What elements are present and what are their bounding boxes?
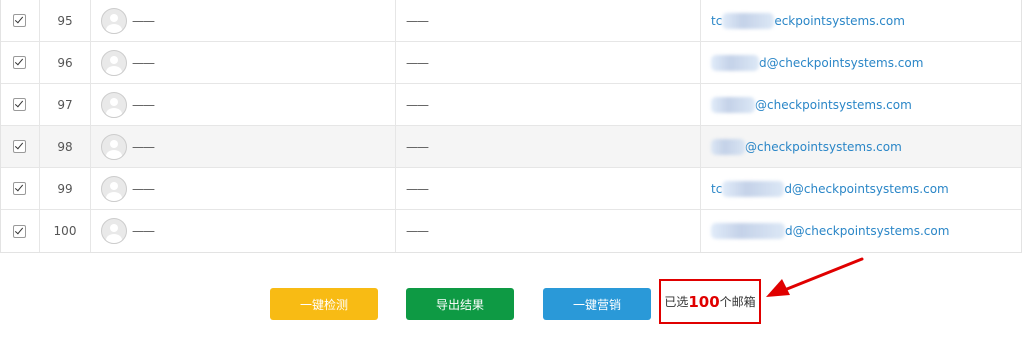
email-table: 95 —— —— tc eckpointsystems.com 96 —— —— d@check… <box>0 0 1022 253</box>
row-checkbox[interactable] <box>13 56 26 69</box>
selected-count-summary: 已选 100 个邮箱 <box>659 279 761 324</box>
row-checkbox[interactable] <box>13 182 26 195</box>
row-number: 99 <box>39 168 90 209</box>
info-cell: —— <box>395 0 699 41</box>
row-number: 100 <box>39 210 90 252</box>
user-name: —— <box>132 181 155 196</box>
row-number: 96 <box>39 42 90 83</box>
row-checkbox[interactable] <box>13 14 26 27</box>
user-cell: —— <box>90 126 394 167</box>
table-row[interactable]: 99 —— —— tc d@checkpointsystems.com <box>1 168 1021 210</box>
info-cell: —— <box>395 126 699 167</box>
email-link[interactable]: d@checkpointsystems.com <box>711 54 924 71</box>
avatar-icon <box>101 133 127 160</box>
row-checkbox-cell[interactable] <box>1 210 38 252</box>
email-suffix: d@checkpointsystems.com <box>785 224 950 238</box>
email-redaction-mask <box>722 180 785 197</box>
table-row[interactable]: 96 —— —— d@checkpointsystems.com <box>1 42 1021 84</box>
row-checkbox[interactable] <box>13 98 26 111</box>
email-suffix: d@checkpointsystems.com <box>759 55 924 70</box>
row-checkbox-cell[interactable] <box>1 126 38 167</box>
annotation-arrow-icon <box>766 257 864 297</box>
email-cell: d@checkpointsystems.com <box>700 210 1021 252</box>
row-checkbox[interactable] <box>13 140 26 153</box>
email-prefix: tc <box>711 13 723 28</box>
email-cell: @checkpointsystems.com <box>700 126 1021 167</box>
row-checkbox-cell[interactable] <box>1 42 38 83</box>
email-link[interactable]: tc eckpointsystems.com <box>711 12 905 29</box>
row-checkbox-cell[interactable] <box>1 84 38 125</box>
info-cell: —— <box>395 42 699 83</box>
user-name: —— <box>132 97 155 112</box>
avatar-icon <box>101 175 127 202</box>
summary-suffix: 个邮箱 <box>719 295 756 309</box>
info-cell: —— <box>395 210 699 252</box>
email-link[interactable]: tc d@checkpointsystems.com <box>711 180 949 197</box>
user-cell: —— <box>90 210 394 252</box>
avatar-icon <box>101 218 127 244</box>
email-link[interactable]: d@checkpointsystems.com <box>711 223 949 239</box>
summary-prefix: 已选 <box>664 295 689 309</box>
email-redaction-mask <box>711 223 785 239</box>
user-name: —— <box>132 139 155 154</box>
email-suffix: eckpointsystems.com <box>774 13 905 28</box>
avatar-icon <box>101 91 127 118</box>
user-name: —— <box>132 55 155 70</box>
row-number: 98 <box>39 126 90 167</box>
user-cell: —— <box>90 84 394 125</box>
info-value: —— <box>406 55 429 70</box>
info-value: —— <box>406 181 429 196</box>
user-name: —— <box>132 224 155 238</box>
email-redaction-mask <box>722 12 775 29</box>
email-cell: tc eckpointsystems.com <box>700 0 1021 41</box>
table-row[interactable]: 97 —— —— @checkpointsystems.com <box>1 84 1021 126</box>
info-value: —— <box>406 97 429 112</box>
row-checkbox-cell[interactable] <box>1 168 38 209</box>
selected-count: 100 <box>688 292 720 311</box>
user-cell: —— <box>90 168 394 209</box>
table-row[interactable]: 95 —— —— tc eckpointsystems.com <box>1 0 1021 42</box>
email-redaction-mask <box>711 138 745 155</box>
user-cell: —— <box>90 42 394 83</box>
table-row[interactable]: 98 —— —— @checkpointsystems.com <box>1 126 1021 168</box>
email-suffix: @checkpointsystems.com <box>745 139 902 154</box>
email-suffix: d@checkpointsystems.com <box>784 181 949 196</box>
user-name: —— <box>132 13 155 28</box>
info-value: —— <box>406 13 429 28</box>
info-value: —— <box>406 224 429 238</box>
info-cell: —— <box>395 168 699 209</box>
email-prefix: tc <box>711 181 723 196</box>
email-redaction-mask <box>711 96 755 113</box>
email-suffix: @checkpointsystems.com <box>755 97 912 112</box>
row-checkbox-cell[interactable] <box>1 0 38 41</box>
email-cell: d@checkpointsystems.com <box>700 42 1021 83</box>
one-click-detect-button[interactable]: 一键检测 <box>270 288 378 320</box>
one-click-marketing-button[interactable]: 一键营销 <box>543 288 651 320</box>
row-number: 95 <box>39 0 90 41</box>
table-row[interactable]: 100 —— —— d@checkpointsystems.com <box>1 210 1021 252</box>
avatar-icon <box>101 7 127 34</box>
email-cell: tc d@checkpointsystems.com <box>700 168 1021 209</box>
email-cell: @checkpointsystems.com <box>700 84 1021 125</box>
info-cell: —— <box>395 84 699 125</box>
info-value: —— <box>406 139 429 154</box>
export-results-button[interactable]: 导出结果 <box>406 288 514 320</box>
email-redaction-mask <box>711 54 759 71</box>
email-link[interactable]: @checkpointsystems.com <box>711 96 912 113</box>
row-checkbox[interactable] <box>13 224 26 238</box>
avatar-icon <box>101 49 127 76</box>
row-number: 97 <box>39 84 90 125</box>
email-link[interactable]: @checkpointsystems.com <box>711 138 902 155</box>
user-cell: —— <box>90 0 394 41</box>
